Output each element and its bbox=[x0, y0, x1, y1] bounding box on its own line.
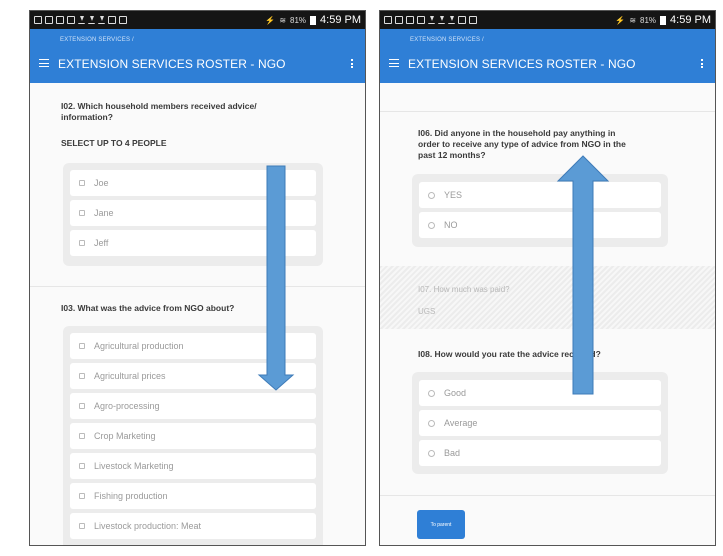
left-phone-screenshot: ⚡ ≋ 81% 4:59 PM EXTENSION SERVICES / EXT… bbox=[29, 10, 366, 546]
page: ⚡ ≋ 81% 4:59 PM EXTENSION SERVICES / EXT… bbox=[0, 0, 723, 556]
right-phone-screenshot: ⚡ ≋ 81% 4:59 PM EXTENSION SERVICES / EXT… bbox=[379, 10, 716, 546]
scroll-up-arrow bbox=[556, 155, 610, 395]
scroll-down-arrow bbox=[257, 165, 295, 391]
